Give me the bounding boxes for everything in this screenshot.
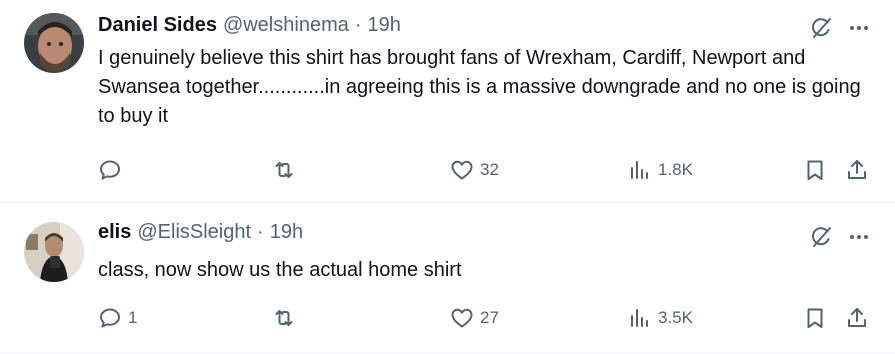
tweet-header: Daniel Sides @welshinema · 19h [98, 14, 401, 40]
share-button[interactable] [845, 156, 869, 184]
reply-icon [100, 160, 120, 180]
avatar[interactable] [24, 222, 84, 282]
share-button[interactable] [845, 304, 869, 332]
heart-icon [451, 308, 473, 328]
view-count: 3.5K [658, 308, 693, 327]
views-icon [631, 161, 648, 179]
reply-button[interactable]: 1 [98, 304, 137, 332]
like-button[interactable]: 27 [450, 304, 499, 332]
more-icon[interactable] [847, 225, 871, 249]
separator-dot: · [257, 221, 264, 243]
retweet-icon [275, 162, 293, 178]
bookmark-icon [807, 308, 823, 328]
bookmark-button[interactable] [803, 304, 827, 332]
username[interactable]: @ElisSleight [137, 221, 251, 244]
action-bar: 1 27 3.5K [98, 304, 873, 332]
reply-icon [100, 308, 120, 328]
like-count: 27 [480, 308, 499, 327]
heart-icon [451, 160, 473, 180]
retweet-icon [275, 310, 293, 326]
retweet-button[interactable] [272, 156, 302, 184]
reply-count: 1 [128, 308, 138, 327]
display-name[interactable]: Daniel Sides [98, 14, 217, 37]
action-bar: 32 1.8K [98, 156, 873, 184]
bookmark-icon [807, 160, 823, 180]
display-name[interactable]: elis [98, 221, 131, 244]
views-button[interactable]: 3.5K [628, 304, 693, 332]
views-icon [631, 309, 648, 327]
view-count: 1.8K [658, 160, 693, 179]
timestamp[interactable]: 19h [270, 221, 303, 244]
like-count: 32 [480, 160, 499, 179]
timestamp[interactable]: 19h [368, 14, 401, 37]
grok-icon[interactable] [809, 225, 833, 249]
reply-button[interactable] [98, 156, 128, 184]
separator-dot: · [354, 14, 362, 36]
username[interactable]: @welshinema [223, 14, 349, 37]
tweet[interactable]: Daniel Sides @welshinema · 19h I genuine… [0, 0, 895, 203]
like-button[interactable]: 32 [450, 156, 499, 184]
more-icon[interactable] [847, 16, 871, 40]
share-icon [848, 160, 866, 179]
tweet-text: class, now show us the actual home shirt [98, 259, 462, 281]
grok-icon[interactable] [809, 16, 833, 40]
retweet-button[interactable] [272, 304, 302, 332]
avatar[interactable] [24, 13, 84, 73]
bookmark-button[interactable] [803, 156, 827, 184]
views-button[interactable]: 1.8K [628, 156, 693, 184]
tweet[interactable]: elis @ElisSleight · 19h class, now show … [0, 203, 895, 354]
share-icon [848, 308, 866, 327]
tweet-header: elis @ElisSleight · 19h [98, 221, 303, 247]
tweet-text: I genuinely believe this shirt has broug… [98, 47, 861, 127]
